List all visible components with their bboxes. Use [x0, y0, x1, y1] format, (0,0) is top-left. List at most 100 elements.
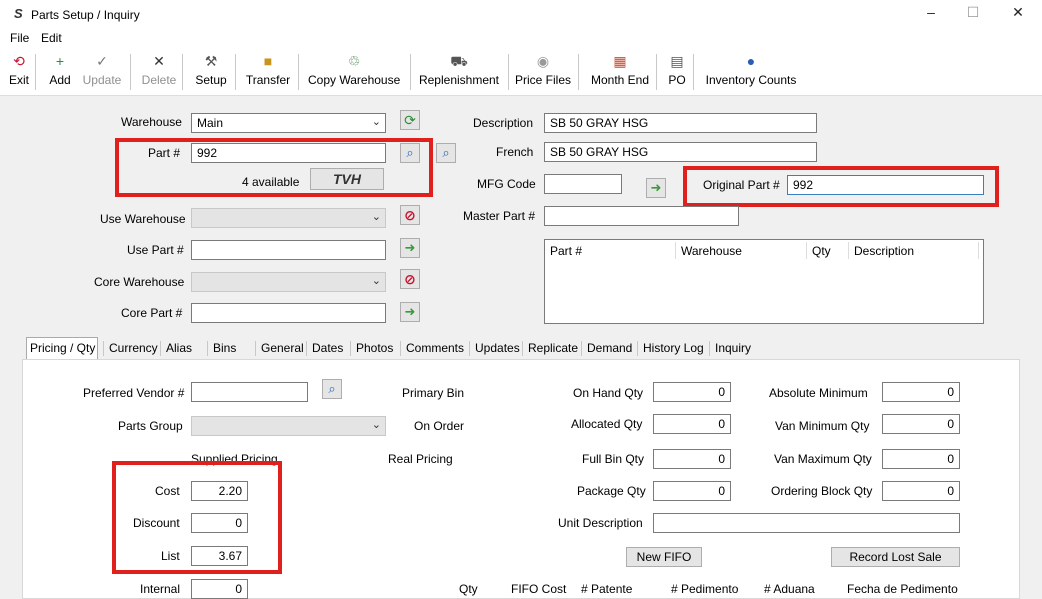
absolute-minimum-label: Absolute Minimum — [769, 386, 868, 400]
record-lost-sale-button[interactable]: Record Lost Sale — [831, 547, 960, 567]
tab-separator — [160, 341, 161, 356]
menu-edit[interactable]: Edit — [41, 31, 62, 45]
tab-alias[interactable]: Alias — [162, 337, 193, 359]
fifo-header-pedimento: # Pedimento — [671, 582, 739, 596]
transfer-button[interactable]: ■ Transfer — [244, 52, 292, 92]
update-button[interactable]: ✓ Update — [82, 52, 122, 92]
toolbar-separator — [410, 54, 411, 90]
tab-separator — [255, 341, 256, 356]
core-part-input[interactable] — [191, 303, 386, 323]
on-hand-label: On Hand Qty — [573, 386, 644, 400]
tab-separator — [469, 341, 470, 356]
grid-header-qty: Qty — [812, 244, 831, 258]
tab-pricing-qty[interactable]: Pricing / Qty — [26, 337, 98, 360]
copy-warehouse-icon: ♲ — [347, 53, 361, 69]
tab-comments[interactable]: Comments — [402, 337, 465, 359]
close-button[interactable]: ✕ — [1003, 4, 1033, 24]
grid-header-warehouse: Warehouse — [681, 244, 742, 258]
chevron-down-icon: ⌄ — [371, 116, 381, 128]
tab-history-log[interactable]: History Log — [639, 337, 706, 359]
core-warehouse-select[interactable]: ⌄ — [191, 272, 386, 292]
tab-bins[interactable]: Bins — [209, 337, 241, 359]
package-input[interactable]: 0 — [653, 481, 731, 501]
part-search-button[interactable]: ⌕ — [400, 143, 420, 163]
van-minimum-input[interactable]: 0 — [882, 414, 960, 434]
check-icon: ✓ — [96, 53, 108, 69]
warehouse-value: Main — [197, 116, 224, 130]
tab-general[interactable]: General — [257, 337, 304, 359]
tab-inquiry[interactable]: Inquiry — [711, 337, 753, 359]
chevron-down-icon: ⌄ — [371, 211, 381, 223]
use-warehouse-select[interactable]: ⌄ — [191, 208, 386, 228]
parts-group-select[interactable]: ⌄ — [191, 416, 386, 436]
month-end-button[interactable]: ▦ Month End — [588, 52, 652, 92]
minimize-button[interactable]: – — [916, 4, 946, 24]
menu-bar — [0, 30, 1042, 48]
tab-currency[interactable]: Currency — [105, 337, 158, 359]
app-icon: S — [14, 6, 23, 21]
van-maximum-input[interactable]: 0 — [882, 449, 960, 469]
tab-separator — [400, 341, 401, 356]
toolbar-label: Month End — [590, 73, 650, 87]
part-number-input[interactable]: 992 — [191, 143, 386, 163]
vendor-search-button[interactable]: ⌕ — [322, 379, 342, 399]
on-hand-input[interactable]: 0 — [653, 382, 731, 402]
fifo-header-fecha: Fecha de Pedimento — [847, 582, 958, 596]
menu-file[interactable]: File — [10, 31, 29, 45]
mfg-code-label: MFG Code — [477, 177, 536, 191]
price-files-button[interactable]: ◉ Price Files — [515, 52, 571, 92]
internal-input[interactable]: 0 — [191, 579, 248, 599]
master-part-grid[interactable]: Part # Warehouse Qty Description — [544, 239, 984, 324]
tab-separator — [350, 341, 351, 356]
tvh-logo-button[interactable]: TVH — [310, 168, 384, 190]
add-button[interactable]: + Add — [46, 52, 74, 92]
warehouse-select[interactable]: Main ⌄ — [191, 113, 386, 133]
exit-button[interactable]: ⟲ Exit — [8, 52, 30, 92]
french-input[interactable]: SB 50 GRAY HSG — [544, 142, 817, 162]
chevron-down-icon: ⌄ — [371, 275, 381, 287]
ordering-block-input[interactable]: 0 — [882, 481, 960, 501]
disc-icon: ◉ — [536, 53, 550, 69]
toolbar-separator — [35, 54, 36, 90]
setup-button[interactable]: ⚒ Setup — [193, 52, 229, 92]
tab-demand[interactable]: Demand — [583, 337, 633, 359]
inventory-counts-button[interactable]: ● Inventory Counts — [704, 52, 798, 92]
po-button[interactable]: ▤ PO — [664, 52, 690, 92]
tab-updates[interactable]: Updates — [471, 337, 520, 359]
master-part-input[interactable] — [544, 206, 739, 226]
discount-input[interactable]: 0 — [191, 513, 248, 533]
use-part-input[interactable] — [191, 240, 386, 260]
preferred-vendor-input[interactable] — [191, 382, 308, 402]
full-bin-input[interactable]: 0 — [653, 449, 731, 469]
original-part-label: Original Part # — [703, 178, 780, 192]
tvh-logo: TVH — [333, 171, 361, 187]
part-lookup-button[interactable]: ⌕ — [436, 143, 456, 163]
mfg-code-input[interactable] — [544, 174, 622, 194]
clear-core-warehouse-button[interactable]: ⊘ — [400, 269, 420, 289]
allocated-label: Allocated Qty — [571, 417, 643, 431]
unit-description-input[interactable] — [653, 513, 960, 533]
delete-button[interactable]: ✕ Delete — [140, 52, 178, 92]
allocated-input[interactable]: 0 — [653, 414, 731, 434]
po-icon: ▤ — [670, 53, 684, 69]
refresh-button[interactable]: ⟳ — [400, 110, 420, 130]
cost-input[interactable]: 2.20 — [191, 481, 248, 501]
original-part-input[interactable]: 992 — [787, 175, 984, 195]
clear-use-warehouse-button[interactable]: ⊘ — [400, 205, 420, 225]
go-mfg-button[interactable]: ➜ — [646, 178, 666, 198]
go-use-part-button[interactable]: ➜ — [400, 238, 420, 258]
go-core-part-button[interactable]: ➜ — [400, 302, 420, 322]
description-input[interactable]: SB 50 GRAY HSG — [544, 113, 817, 133]
fifo-header-aduana: # Aduana — [764, 582, 815, 596]
new-fifo-button[interactable]: New FIFO — [626, 547, 702, 567]
tab-replicate[interactable]: Replicate — [524, 337, 578, 359]
toolbar-separator — [235, 54, 236, 90]
list-input[interactable]: 3.67 — [191, 546, 248, 566]
copy-warehouse-button[interactable]: ♲ Copy Warehouse — [308, 52, 400, 92]
absolute-minimum-input[interactable]: 0 — [882, 382, 960, 402]
replenishment-button[interactable]: ⛟ Replenishment — [417, 52, 501, 92]
tab-photos[interactable]: Photos — [352, 337, 396, 359]
title-bar — [0, 0, 1042, 30]
maximize-button[interactable]: ☐ — [958, 4, 988, 24]
tab-dates[interactable]: Dates — [308, 337, 343, 359]
